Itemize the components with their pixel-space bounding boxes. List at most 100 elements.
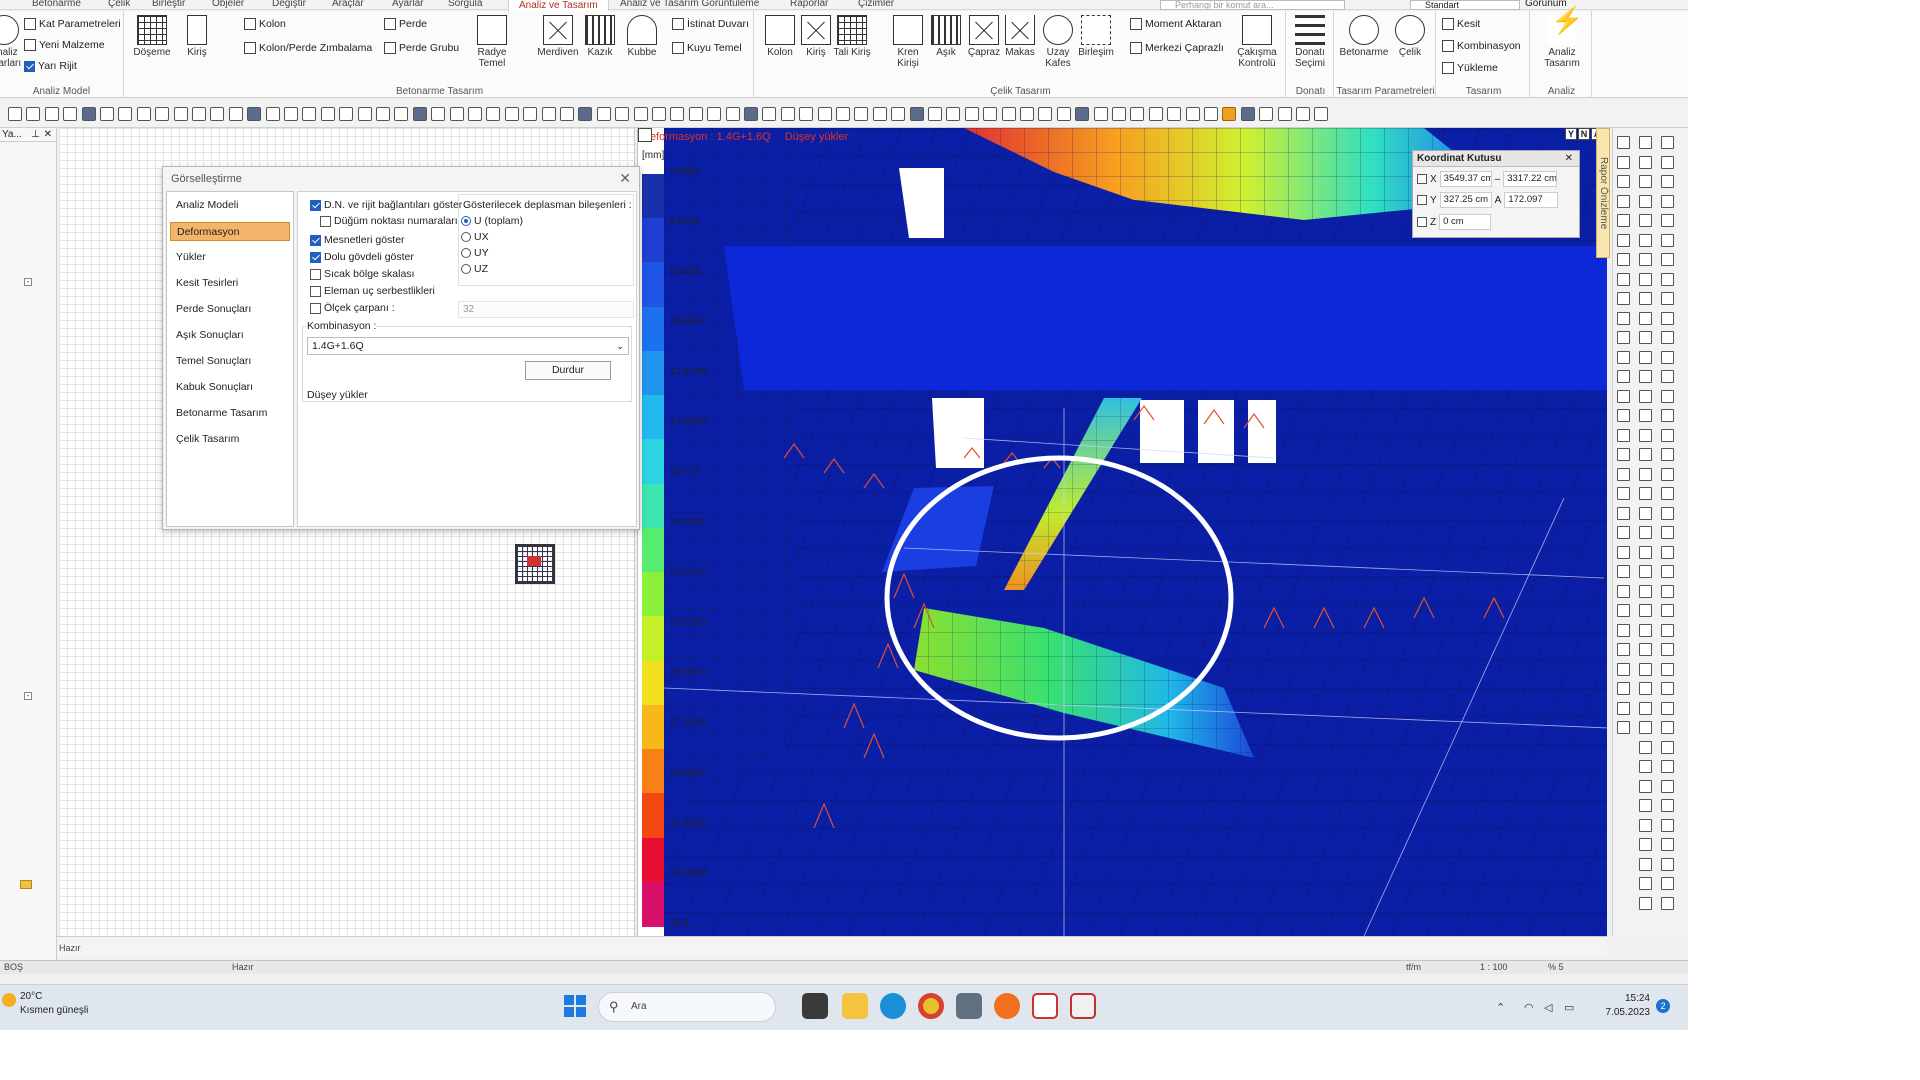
coord-angle-field[interactable]: 172.097 <box>1504 192 1559 208</box>
palette-tool-icon[interactable] <box>1639 506 1652 520</box>
palette-tool-icon[interactable] <box>1639 623 1652 637</box>
palette-tool-icon[interactable] <box>1639 877 1652 890</box>
palette-tool-icon[interactable] <box>1617 467 1630 481</box>
tree-expand-icon[interactable]: - <box>24 278 32 286</box>
nav-analiz-modeli[interactable]: Analiz Modeli <box>170 196 290 215</box>
palette-tool-icon[interactable] <box>1639 838 1652 851</box>
kat-parametreleri-button[interactable]: Kat Parametreleri <box>24 17 121 31</box>
style-select[interactable]: Standart <box>1410 0 1520 10</box>
palette-tool-icon[interactable] <box>1661 350 1674 364</box>
palette-tool-icon[interactable] <box>1661 643 1674 656</box>
palette-tool-icon[interactable] <box>1661 779 1674 793</box>
weather-temperature[interactable]: 20°C <box>20 991 42 1002</box>
toolbar-tool-icon[interactable] <box>725 107 740 121</box>
toolbar-tool-icon[interactable] <box>265 107 280 121</box>
windows-start-icon[interactable] <box>564 995 586 1017</box>
toolbar-tool-icon[interactable] <box>578 107 593 121</box>
toolbar-tool-icon[interactable] <box>376 107 390 121</box>
chevron-up-icon[interactable]: ⌃ <box>1496 1001 1505 1014</box>
palette-tool-icon[interactable] <box>1639 682 1652 695</box>
radio-uz-dot[interactable] <box>461 264 471 274</box>
palette-tool-icon[interactable] <box>1617 643 1630 656</box>
toolbar-tool-icon[interactable] <box>1112 107 1126 121</box>
palette-tool-icon[interactable] <box>1661 682 1674 695</box>
menu-tab-araclar[interactable]: Araçlar <box>332 0 364 9</box>
yari-rijit-checkbox[interactable]: Yarı Rijit <box>24 59 77 73</box>
toolbar-tool-icon[interactable] <box>468 107 482 121</box>
palette-tool-icon[interactable] <box>1639 760 1652 773</box>
toolbar-tool-icon[interactable] <box>817 107 832 121</box>
kubbe-button[interactable]: Kubbe <box>622 15 662 58</box>
toolbar-tool-icon[interactable] <box>762 107 777 121</box>
palette-tool-icon[interactable] <box>1617 584 1630 598</box>
palette-tool-icon[interactable] <box>1639 331 1652 344</box>
palette-tool-icon[interactable] <box>1661 701 1674 715</box>
coord-z-field[interactable]: 0 cm <box>1439 214 1492 230</box>
palette-tool-icon[interactable] <box>1661 565 1674 578</box>
nav-yukler[interactable]: Yükler <box>170 248 290 267</box>
toolbar-tool-icon[interactable] <box>707 107 722 121</box>
palette-tool-icon[interactable] <box>1617 214 1630 227</box>
palette-tool-icon[interactable] <box>1661 623 1674 637</box>
palette-tool-icon[interactable] <box>1661 409 1674 422</box>
toolbar-tool-icon[interactable] <box>357 107 372 121</box>
deformation-scene[interactable] <box>664 128 1607 936</box>
toolbar-tool-icon[interactable] <box>63 107 78 121</box>
menu-tab-degistir[interactable]: Değiştir <box>272 0 306 9</box>
toolbar-tool-icon[interactable] <box>284 107 298 121</box>
toolbar-tool-icon[interactable] <box>946 107 961 121</box>
view-cube-icon[interactable] <box>638 128 652 142</box>
menu-tab-sorgula[interactable]: Sorgula <box>448 0 482 9</box>
edge-browser-icon[interactable] <box>880 993 906 1019</box>
status-percent[interactable]: % 5 <box>1548 962 1564 972</box>
toolbar-tool-icon[interactable] <box>983 107 998 121</box>
command-search-input[interactable]: Perhangi bir komut ara... <box>1160 0 1345 10</box>
firefox-browser-icon[interactable] <box>994 993 1020 1019</box>
coord-z-checkbox[interactable] <box>1417 217 1427 227</box>
notification-badge[interactable]: 2 <box>1656 999 1670 1013</box>
toolbar-tool-icon[interactable] <box>1148 107 1163 121</box>
yari-rijit-check[interactable] <box>24 60 35 72</box>
radio-uy[interactable]: UY <box>461 247 489 259</box>
kolon-design-button[interactable]: Kolon <box>244 17 286 31</box>
palette-tool-icon[interactable] <box>1617 136 1630 149</box>
element-releases-checkbox[interactable] <box>310 285 321 297</box>
element-releases-option[interactable]: Eleman uç serbestlikleri <box>310 285 435 297</box>
palette-tool-icon[interactable] <box>1639 604 1652 617</box>
menu-tab-birlestir[interactable]: Birleştir <box>152 0 185 9</box>
palette-tool-icon[interactable] <box>1661 272 1674 286</box>
nav-deformasyon[interactable]: Deformasyon <box>170 222 290 241</box>
palette-tool-icon[interactable] <box>1639 175 1652 188</box>
toolbar-tool-icon[interactable] <box>449 107 464 121</box>
palette-tool-icon[interactable] <box>1639 448 1652 461</box>
coord-x-field[interactable]: 3549.37 cm <box>1439 171 1492 187</box>
palette-tool-icon[interactable] <box>1661 662 1674 676</box>
tali-kiris-button[interactable]: Tali Kiriş <box>830 15 874 58</box>
palette-tool-icon[interactable] <box>1639 799 1652 812</box>
toolbar-tool-icon[interactable] <box>1259 107 1274 121</box>
moment-aktaran-button[interactable]: Moment Aktaran <box>1130 17 1221 31</box>
radio-uz[interactable]: UZ <box>461 263 488 275</box>
palette-tool-icon[interactable] <box>1661 545 1674 559</box>
palette-tool-icon[interactable] <box>1639 292 1652 305</box>
pin-icon[interactable]: ⊥ <box>31 128 40 142</box>
yeni-malzeme-button[interactable]: Yeni Malzeme <box>24 38 105 52</box>
toolbar-tool-icon[interactable] <box>320 107 335 121</box>
merkezi-caprazli-button[interactable]: Merkezi Çaprazlı <box>1130 41 1224 55</box>
kesit-button[interactable]: Kesit <box>1442 17 1480 31</box>
clock-time[interactable]: 15:24 <box>1596 993 1650 1004</box>
nav-asik-sonuclari[interactable]: Aşık Sonuçları <box>170 326 290 345</box>
palette-tool-icon[interactable] <box>1639 136 1652 149</box>
palette-tool-icon[interactable] <box>1617 272 1630 286</box>
toolbar-tool-icon[interactable] <box>44 107 59 121</box>
toolbar-tool-icon[interactable] <box>302 107 317 121</box>
toolbar-tool-icon[interactable] <box>523 107 538 121</box>
palette-tool-icon[interactable] <box>1661 448 1674 461</box>
toolbar-tool-icon[interactable] <box>1038 107 1053 121</box>
palette-tool-icon[interactable] <box>1617 233 1630 247</box>
doseme-button[interactable]: Döşeme <box>130 15 174 58</box>
coord-x-checkbox[interactable] <box>1417 174 1427 184</box>
toolbar-tool-icon[interactable] <box>799 107 814 121</box>
palette-tool-icon[interactable] <box>1617 292 1630 305</box>
calculator-icon[interactable] <box>956 993 982 1019</box>
